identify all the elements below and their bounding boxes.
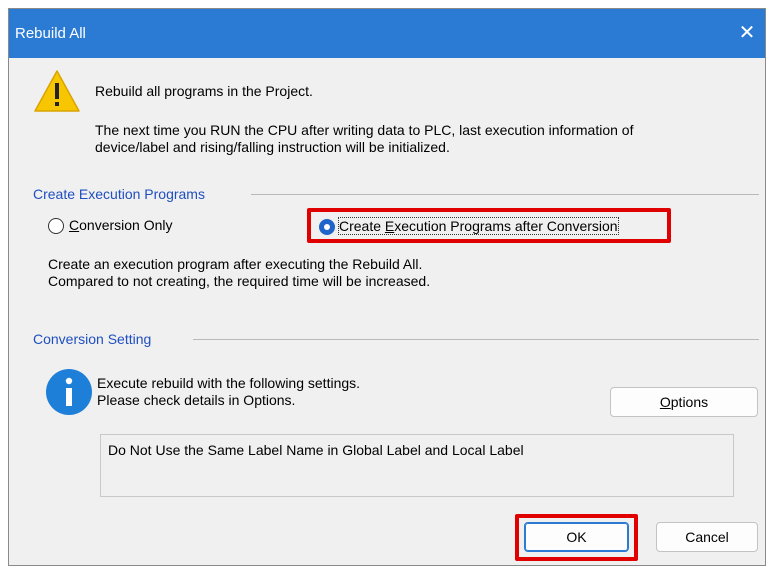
settings-list: Do Not Use the Same Label Name in Global…: [100, 434, 734, 497]
conversion-section-title: Conversion Setting: [33, 331, 152, 347]
rebuild-all-dialog: Rebuild All ✕ Rebuild all programs in th…: [8, 8, 766, 566]
options-button[interactable]: Options: [610, 387, 758, 417]
execution-description-2: Compared to not creating, the required t…: [48, 273, 431, 289]
conversion-only-radio[interactable]: Conversion Only: [48, 215, 248, 237]
message-line-2b: device/label and rising/falling instruct…: [95, 139, 450, 155]
create-execution-programs-radio[interactable]: Create Execution Programs after Conversi…: [319, 216, 667, 238]
dialog-title: Rebuild All: [15, 25, 86, 42]
create-execution-programs-label: Create Execution Programs after Conversi…: [338, 217, 619, 235]
conversion-only-label: Conversion Only: [69, 217, 173, 233]
execution-description-1: Create an execution program after execut…: [48, 256, 423, 272]
warning-icon: [34, 70, 80, 112]
execution-section-divider: [251, 194, 759, 195]
info-icon: [46, 369, 92, 415]
message-line-2a: The next time you RUN the CPU after writ…: [95, 122, 634, 138]
execution-section-title: Create Execution Programs: [33, 186, 205, 202]
conversion-section-divider: [193, 339, 759, 340]
cancel-button[interactable]: Cancel: [656, 522, 758, 552]
conversion-description-1: Execute rebuild with the following setti…: [97, 375, 361, 391]
settings-list-item: Do Not Use the Same Label Name in Global…: [108, 442, 524, 458]
ok-button[interactable]: OK: [524, 522, 629, 552]
close-icon: ✕: [738, 22, 756, 44]
conversion-description-2: Please check details in Options.: [97, 392, 296, 408]
title-bar: Rebuild All ✕: [9, 9, 765, 58]
radio-button-unchecked[interactable]: [48, 218, 64, 234]
message-line-1: Rebuild all programs in the Project.: [95, 83, 313, 99]
radio-button-checked[interactable]: [319, 219, 335, 235]
close-button[interactable]: ✕: [731, 17, 763, 49]
